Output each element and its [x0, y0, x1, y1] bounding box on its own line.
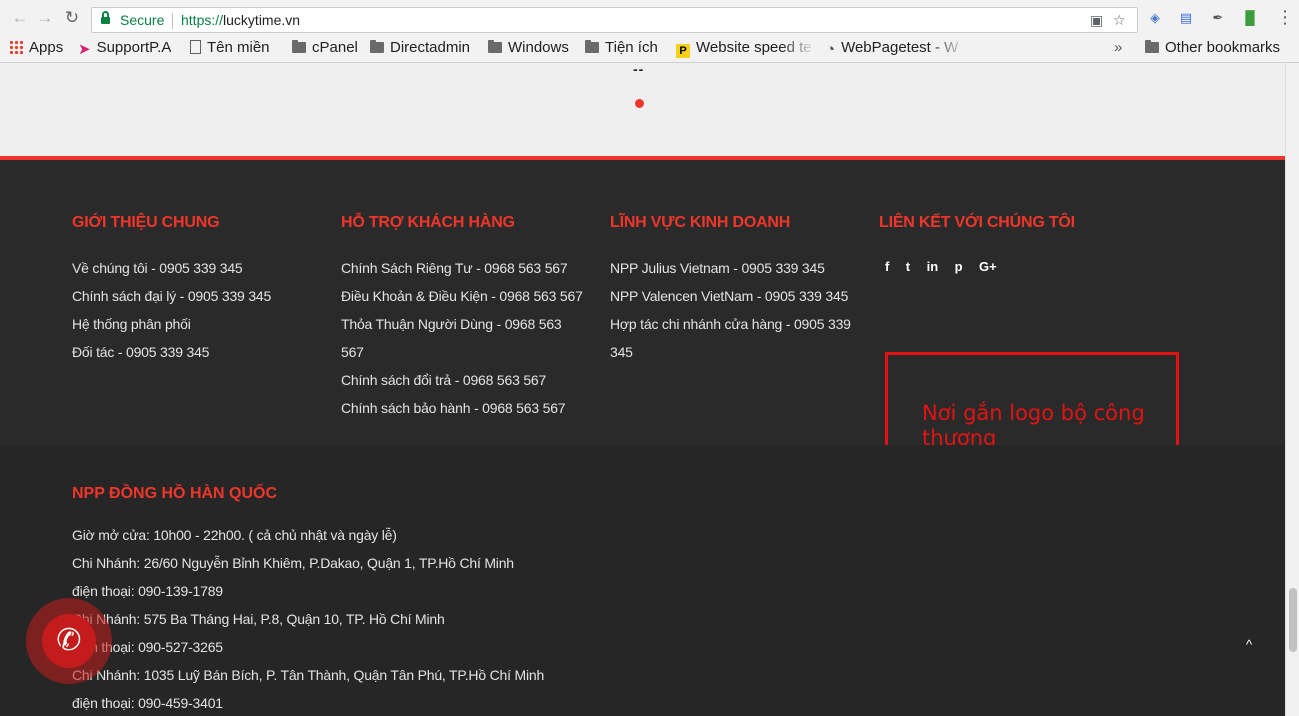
stats-icon[interactable]: █	[1241, 9, 1259, 27]
store-info-line: Chi Nhánh: 575 Ba Tháng Hai, P.8, Quận 1…	[72, 611, 445, 627]
footer-link[interactable]: NPP Valencen VietNam - 0905 339 345	[610, 282, 855, 310]
secure-label: Secure	[120, 12, 165, 28]
carousel-dashes: --	[633, 63, 645, 77]
store-info-line: Chi Nhánh: 1035 Luỹ Bán Bích, P. Tân Thà…	[72, 667, 545, 683]
gauge-icon: ◔	[826, 41, 836, 58]
footer-link[interactable]: Chính sách bảo hành - 0968 563 567	[341, 394, 586, 422]
footer-link[interactable]: Hợp tác chi nhánh cửa hàng - 0905 339 34…	[610, 310, 855, 366]
social-links: f t in p G+	[885, 258, 1009, 274]
eyedropper-icon[interactable]: ✒	[1209, 9, 1227, 27]
bookmark-windows[interactable]: Windows	[488, 38, 569, 58]
footer-links-section: GIỚI THIỆU CHUNG Về chúng tôi - 0905 339…	[0, 160, 1285, 509]
footer-link[interactable]: Chính sách đổi trả - 0968 563 567	[341, 366, 586, 394]
bookmark-label: Directadmin	[390, 39, 471, 56]
folder-icon	[370, 40, 384, 53]
store-info-line: điện thoại: 090-139-1789	[72, 583, 223, 599]
reload-icon[interactable]: ↻	[62, 8, 82, 28]
footer-link[interactable]: NPP Julius Vietnam - 0905 339 345	[610, 254, 855, 282]
footer-store-section: NPP ĐỒNG HỒ HÀN QUỐC Giờ mở cửa: 10h00 -…	[0, 445, 1285, 716]
bookmark-other[interactable]: Other bookmarks	[1145, 38, 1280, 58]
linkedin-icon[interactable]: in	[927, 259, 939, 274]
store-info-list: Giờ mở cửa: 10h00 - 22h00. ( cả chủ nhật…	[72, 521, 592, 716]
footer-link-list: NPP Julius Vietnam - 0905 339 345 NPP Va…	[610, 254, 855, 366]
store-info-line: Chi Nhánh: 26/60 Nguyễn Bỉnh Khiêm, P.Da…	[72, 555, 514, 571]
bookmark-label: cPanel	[312, 39, 358, 56]
extension-translate-icon[interactable]: ◈	[1146, 9, 1164, 27]
bookmark-webpagetest[interactable]: ◔ WebPagetest - W	[826, 38, 966, 58]
bookmark-label: Tên miền	[207, 39, 270, 56]
page-icon	[190, 40, 201, 54]
footer-column-title: GIỚI THIỆU CHUNG	[72, 214, 220, 231]
url-host: luckytime.vn	[223, 12, 301, 28]
bookmark-directadmin[interactable]: Directadmin	[370, 38, 470, 58]
omnibox-separator	[172, 13, 173, 29]
store-title: NPP ĐỒNG HỒ HÀN QUỐC	[72, 485, 278, 502]
translate-icon[interactable]: ▣	[1090, 12, 1103, 29]
bookmarks-bar: Apps ➤ SupportP.A Tên miền cPanel Directa…	[0, 37, 1299, 59]
page-viewport: -- GIỚI THIỆU CHUNG Về chúng tôi - 0905 …	[0, 63, 1285, 716]
call-button[interactable]: ✆	[26, 598, 112, 684]
browser-chrome: ← → ↻ Secure https://luckytime.vn ▣ ☆ ◈ …	[0, 0, 1299, 63]
bookmark-label: Tiện ích	[605, 39, 658, 56]
back-to-top-button[interactable]: ^	[1240, 636, 1258, 654]
folder-icon	[488, 40, 502, 53]
bookmark-label: Other bookmarks	[1165, 39, 1281, 56]
folder-icon	[585, 40, 599, 53]
footer-column-title: LIÊN KẾT VỚI CHÚNG TÔI	[879, 214, 1075, 231]
bookmark-ten-mien[interactable]: Tên miền	[190, 38, 270, 58]
footer-link-list: Về chúng tôi - 0905 339 345 Chính sách đ…	[72, 254, 327, 366]
footer-link[interactable]: Đối tác - 0905 339 345	[72, 338, 327, 366]
bookmark-apps[interactable]: Apps	[9, 38, 63, 58]
carousel-dot[interactable]	[635, 99, 644, 108]
logo-placeholder-text: Nơi gắn logo bộ công thương	[922, 401, 1145, 450]
footer-link-list: Chính Sách Riêng Tư - 0968 563 567 Điều …	[341, 254, 586, 422]
forward-icon[interactable]: →	[35, 8, 55, 28]
url-text[interactable]: https://luckytime.vn	[181, 12, 300, 28]
store-info-line: Giờ mở cửa: 10h00 - 22h00. ( cả chủ nhật…	[72, 527, 397, 543]
twitter-icon[interactable]: t	[906, 259, 910, 274]
bookmark-label: WebPagetest - W	[841, 39, 959, 56]
address-bar[interactable]: Secure https://luckytime.vn ▣ ☆	[91, 7, 1138, 33]
folder-icon	[1145, 40, 1159, 53]
apps-grid-icon	[9, 40, 23, 54]
p-icon: P	[676, 44, 690, 58]
footer-link[interactable]: Thỏa Thuận Người Dùng - 0968 563 567	[341, 310, 586, 366]
bookmark-cpanel[interactable]: cPanel	[292, 38, 358, 58]
store-info-line: điện thoại: 090-527-3265	[72, 639, 223, 655]
back-icon[interactable]: ←	[10, 8, 30, 28]
url-scheme: https://	[181, 12, 224, 28]
bookmarks-overflow-button[interactable]: »	[1114, 38, 1122, 58]
footer-link[interactable]: Hệ thống phân phối	[72, 310, 327, 338]
browser-toolbar: ← → ↻ Secure https://luckytime.vn ▣ ☆ ◈ …	[0, 0, 1299, 36]
google-plus-icon[interactable]: G+	[979, 259, 997, 274]
folder-icon	[292, 40, 306, 53]
page-scrollbar[interactable]	[1285, 63, 1299, 716]
bookmark-website-speed[interactable]: P Website speed te	[676, 38, 816, 58]
footer-column-title: HỖ TRỢ KHÁCH HÀNG	[341, 214, 515, 231]
bookmark-tien-ich[interactable]: Tiện ích	[585, 38, 658, 58]
carousel-area: --	[0, 63, 1285, 156]
footer-link[interactable]: Chính sách đại lý - 0905 339 345	[72, 282, 327, 310]
star-icon[interactable]: ☆	[1113, 12, 1126, 29]
footer-link[interactable]: Về chúng tôi - 0905 339 345	[72, 254, 327, 282]
store-info-line: điện thoại: 090-459-3401	[72, 695, 223, 711]
bookmark-label: SupportP.A	[96, 39, 172, 56]
footer-link[interactable]: Chính Sách Riêng Tư - 0968 563 567	[341, 254, 586, 282]
pinterest-icon[interactable]: p	[955, 259, 963, 274]
scrollbar-thumb[interactable]	[1289, 588, 1297, 652]
extension-card-icon[interactable]: ▤	[1177, 9, 1195, 27]
support-icon: ➤	[78, 41, 91, 58]
phone-icon: ✆	[42, 614, 96, 668]
footer-link[interactable]: Điều Khoản & Điều Kiện - 0968 563 567	[341, 282, 586, 310]
more-vert-icon[interactable]: ⋮	[1276, 8, 1294, 26]
bookmark-label: Apps	[29, 39, 64, 56]
footer-column-title: LĨNH VỰC KINH DOANH	[610, 214, 791, 231]
bookmark-label: Website speed te	[696, 39, 812, 56]
lock-icon	[101, 11, 110, 25]
bookmark-label: Windows	[508, 39, 569, 56]
facebook-icon[interactable]: f	[885, 259, 889, 274]
bookmark-supportpa[interactable]: ➤ SupportP.A	[78, 38, 171, 58]
